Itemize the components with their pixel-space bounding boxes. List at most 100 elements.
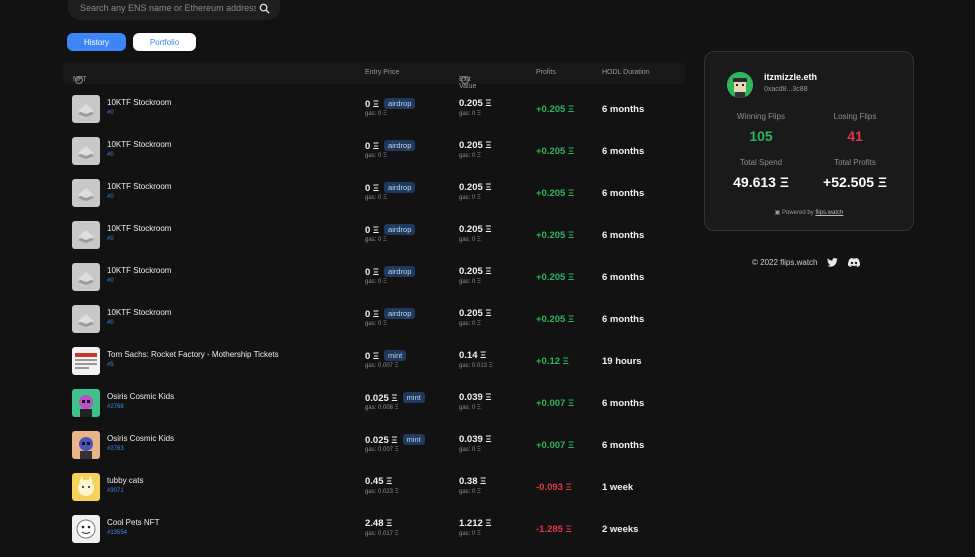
exit-gas: gas: 0 Ξ <box>459 111 481 117</box>
nft-thumbnail[interactable] <box>72 515 100 543</box>
header-entry-price: Entry Price <box>365 69 400 76</box>
tab-history[interactable]: History <box>67 33 126 51</box>
exit-gas: gas: 0 Ξ <box>459 195 481 201</box>
entry-price: 0 Ξmint <box>365 350 407 362</box>
winning-flips-label: Winning Flips <box>736 112 785 121</box>
info-icon: ? <box>75 76 83 84</box>
exit-gas: gas: 0.013 Ξ <box>459 363 493 369</box>
nft-name[interactable]: 10KTF Stockroom <box>107 140 171 149</box>
exit-gas: gas: 0 Ξ <box>459 447 481 453</box>
tab-portfolio[interactable]: Portfolio <box>133 33 196 51</box>
table-row[interactable]: 10KTF Stockroom #0 0 Ξairdrop gas: 0 Ξ 0.205… <box>63 179 685 221</box>
nft-thumbnail[interactable] <box>72 263 100 291</box>
nft-thumbnail[interactable] <box>72 221 100 249</box>
entry-gas: gas: 0.017 Ξ <box>365 531 399 537</box>
losing-flips-label: Losing Flips <box>833 112 877 121</box>
exit-value: 1.212 Ξ <box>459 518 492 529</box>
logo-icon: ▣ <box>774 210 781 216</box>
total-profits-label: Total Profits <box>834 158 876 167</box>
exit-value: 0.205 Ξ <box>459 140 492 151</box>
header-hodl-duration: HODL Duration <box>602 69 650 76</box>
table-row[interactable]: 10KTF Stockroom #0 0 Ξairdrop gas: 0 Ξ 0.205… <box>63 305 685 347</box>
profile-address[interactable]: 0xacd8...3c88 <box>764 86 808 93</box>
nft-name[interactable]: Cool Pets NFT <box>107 518 159 527</box>
search-icon[interactable] <box>258 2 270 14</box>
avatar[interactable] <box>727 72 753 98</box>
hodl-duration: 6 months <box>602 398 645 409</box>
discord-icon[interactable] <box>847 256 861 268</box>
header-profits: Profits <box>536 69 556 76</box>
nft-name[interactable]: 10KTF Stockroom <box>107 266 171 275</box>
table-row[interactable]: Osiris Cosmic Kids #2768 0.025 Ξmint gas: 0… <box>63 389 685 431</box>
nft-token-id[interactable]: #2763 <box>107 446 124 452</box>
nft-token-id[interactable]: #0 <box>107 110 114 116</box>
nft-name[interactable]: Osiris Cosmic Kids <box>107 392 174 401</box>
hodl-duration: 2 weeks <box>602 524 639 535</box>
nft-thumbnail[interactable] <box>72 473 100 501</box>
nft-name[interactable]: 10KTF Stockroom <box>107 98 171 107</box>
total-profits-value: +52.505 Ξ <box>823 174 887 190</box>
nft-name[interactable]: tubby cats <box>107 476 143 485</box>
profit-value: +0.205 Ξ <box>536 230 575 241</box>
profit-value: +0.007 Ξ <box>536 398 575 409</box>
entry-price: 2.48 Ξ <box>365 518 393 529</box>
exit-value: 0.205 Ξ <box>459 308 492 319</box>
entry-gas: gas: 0.008 Ξ <box>365 405 399 411</box>
nft-thumbnail[interactable] <box>72 305 100 333</box>
exit-value: 0.039 Ξ <box>459 392 492 403</box>
nft-thumbnail[interactable] <box>72 431 100 459</box>
hodl-duration: 6 months <box>602 188 645 199</box>
nft-name[interactable]: Tom Sachs: Rocket Factory - Mothership T… <box>107 350 279 359</box>
acquisition-badge: mint <box>402 392 425 403</box>
flips-watch-link[interactable]: flips.watch <box>815 210 843 216</box>
nft-thumbnail[interactable] <box>72 389 100 417</box>
nft-token-id[interactable]: #0 <box>107 236 114 242</box>
profit-value: +0.205 Ξ <box>536 146 575 157</box>
profit-value: +0.205 Ξ <box>536 104 575 115</box>
table-row[interactable]: Osiris Cosmic Kids #2763 0.025 Ξmint gas: 0… <box>63 431 685 473</box>
exit-value: 0.205 Ξ <box>459 98 492 109</box>
nft-token-id[interactable]: #0 <box>107 320 114 326</box>
hodl-duration: 6 months <box>602 314 645 325</box>
profit-value: +0.205 Ξ <box>536 272 575 283</box>
nft-token-id[interactable]: #0 <box>107 278 114 284</box>
nft-name[interactable]: Osiris Cosmic Kids <box>107 434 174 443</box>
nft-token-id[interactable]: #13554 <box>107 530 127 536</box>
nft-thumbnail[interactable] <box>72 347 100 375</box>
hodl-duration: 6 months <box>602 104 645 115</box>
acquisition-badge: airdrop <box>384 266 416 277</box>
losing-flips-value: 41 <box>847 128 863 144</box>
view-tabs: History Portfolio <box>67 33 196 51</box>
table-row[interactable]: tubby cats #3071 0.45 Ξ gas: 0.023 Ξ 0.38 Ξ g… <box>63 473 685 515</box>
nft-token-id[interactable]: #0 <box>107 194 114 200</box>
profit-value: +0.12 Ξ <box>536 356 569 367</box>
nft-token-id[interactable]: #3071 <box>107 488 124 494</box>
table-row[interactable]: Tom Sachs: Rocket Factory - Mothership T… <box>63 347 685 389</box>
nft-thumbnail[interactable] <box>72 95 100 123</box>
profile-name: itzmizzle.eth <box>764 72 818 82</box>
total-spend-value: 49.613 Ξ <box>733 174 789 190</box>
entry-gas: gas: 0.007 Ξ <box>365 363 399 369</box>
nft-token-id[interactable]: #0 <box>107 152 114 158</box>
table-row[interactable]: 10KTF Stockroom #0 0 Ξairdrop gas: 0 Ξ 0.205… <box>63 137 685 179</box>
exit-value: 0.38 Ξ <box>459 476 487 487</box>
nft-token-id[interactable]: #5 <box>107 362 114 368</box>
nft-name[interactable]: 10KTF Stockroom <box>107 308 171 317</box>
nft-thumbnail[interactable] <box>72 179 100 207</box>
nft-name[interactable]: 10KTF Stockroom <box>107 182 171 191</box>
search-input[interactable] <box>78 2 258 14</box>
nft-name[interactable]: 10KTF Stockroom <box>107 224 171 233</box>
table-row[interactable]: 10KTF Stockroom #0 0 Ξairdrop gas: 0 Ξ 0.205… <box>63 221 685 263</box>
hodl-duration: 6 months <box>602 146 645 157</box>
acquisition-badge: mint <box>402 434 425 445</box>
nft-thumbnail[interactable] <box>72 137 100 165</box>
twitter-icon[interactable] <box>825 256 839 268</box>
acquisition-badge: airdrop <box>384 98 416 109</box>
table-row[interactable]: 10KTF Stockroom #0 0 Ξairdrop gas: 0 Ξ 0.205… <box>63 95 685 137</box>
table-row[interactable]: 10KTF Stockroom #0 0 Ξairdrop gas: 0 Ξ 0.205… <box>63 263 685 305</box>
search-bar <box>68 0 280 20</box>
entry-gas: gas: 0.023 Ξ <box>365 489 399 495</box>
entry-gas: gas: 0 Ξ <box>365 153 387 159</box>
nft-token-id[interactable]: #2768 <box>107 404 124 410</box>
table-row[interactable]: Cool Pets NFT #13554 2.48 Ξ gas: 0.017 Ξ 1.2… <box>63 515 685 557</box>
